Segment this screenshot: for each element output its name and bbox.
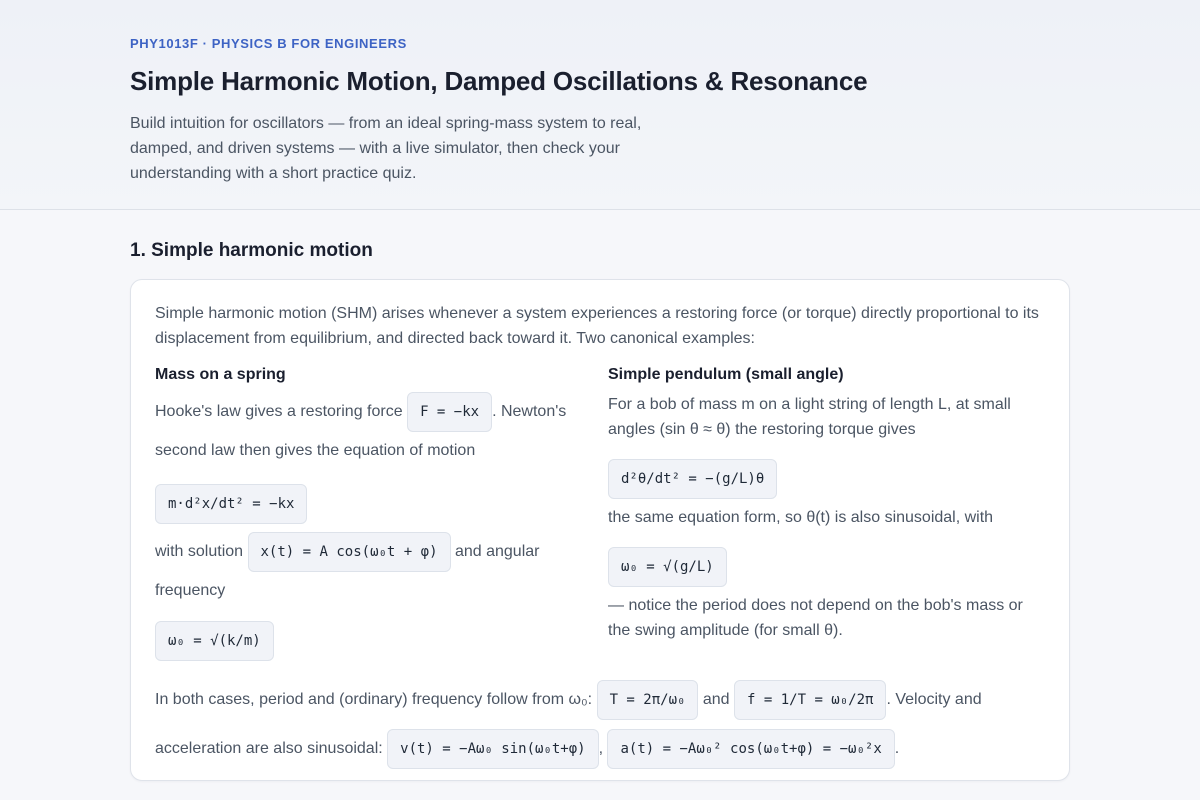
equation-hooke: F = −kx [407, 392, 493, 432]
summary-and: and [698, 691, 735, 708]
pendulum-column: Simple pendulum (small angle) For a bob … [608, 366, 1023, 669]
shm-summary: In both cases, period and (ordinary) fre… [155, 675, 1045, 773]
summary-text-1: In both cases, period and (ordinary) fre… [155, 691, 597, 708]
spring-text-1: Hooke's law gives a restoring force F = … [155, 392, 570, 469]
course-code: PHY1013F · PHYSICS B FOR ENGINEERS [130, 36, 407, 51]
pendulum-text-2: the same equation form, so θ(t) is also … [608, 509, 994, 526]
page-header: PHY1013F · PHYSICS B FOR ENGINEERS Simpl… [0, 0, 1200, 210]
pendulum-text-3: — notice the period does not depend on t… [608, 597, 1023, 639]
summary-comma: , [598, 740, 608, 757]
equation-spring-solution: x(t) = A cos(ω₀t + φ) [247, 532, 451, 572]
equation-frequency: f = 1/T = ω₀/2π [734, 679, 887, 720]
spring-text-1a: Hooke's law gives a restoring force [155, 403, 408, 421]
equation-spring-motion: m·d²x/dt² = −kx [155, 484, 308, 524]
pendulum-title: Simple pendulum (small angle) [608, 366, 844, 383]
spring-text-2a: with solution [155, 543, 248, 561]
main-content: 1. Simple harmonic motion Simple harmoni… [0, 210, 1200, 781]
equation-period: T = 2π/ω₀ [596, 679, 699, 720]
equation-pendulum-omega: ω₀ = √(g/L) [608, 547, 727, 587]
equation-velocity: v(t) = −Aω₀ sin(ω₀t+φ) [387, 728, 599, 769]
equation-acceleration: a(t) = −Aω₀² cos(ω₀t+φ) = −ω₀²x [607, 728, 895, 769]
pendulum-text-1: For a bob of mass m on a light string of… [608, 396, 1011, 438]
shm-intro: Simple harmonic motion (SHM) arises when… [155, 305, 1039, 347]
shm-card: Simple harmonic motion (SHM) arises when… [130, 279, 1070, 781]
summary-end: . [894, 740, 900, 757]
equation-spring-omega: ω₀ = √(k/m) [155, 621, 274, 661]
equation-pendulum-motion: d²θ/dt² = −(g/L)θ [608, 459, 778, 499]
spring-title: Mass on a spring [155, 366, 286, 383]
spring-text-2: with solution x(t) = A cos(ω₀t + φ) and … [155, 532, 570, 609]
page-title: Simple Harmonic Motion, Damped Oscillati… [130, 66, 868, 96]
page-intro: Build intuition for oscillators — from a… [130, 115, 642, 182]
spring-column: Mass on a spring Hooke's law gives a res… [155, 366, 570, 669]
examples-columns: Mass on a spring Hooke's law gives a res… [155, 366, 1045, 669]
section-title-shm: 1. Simple harmonic motion [130, 240, 373, 261]
